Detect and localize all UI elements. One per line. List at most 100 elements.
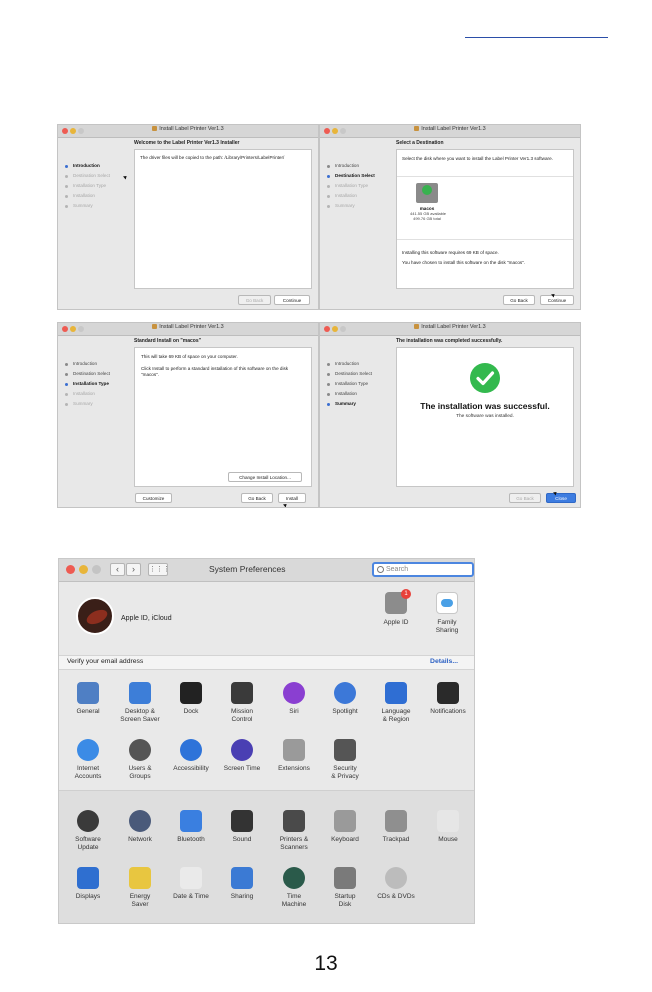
- go-back-button[interactable]: Go Back: [503, 295, 535, 305]
- apple-id-pane[interactable]: 1 Apple ID: [381, 589, 411, 626]
- pane-displays[interactable]: Displays: [62, 867, 114, 901]
- installer-window-introduction: Install Label Printer Ver1.3 Welcome to …: [57, 124, 319, 310]
- header-rule: [465, 37, 608, 38]
- pane-sharing[interactable]: Sharing: [216, 867, 268, 901]
- step-summary: Summary: [64, 201, 132, 211]
- step-dot-icon: [65, 393, 68, 396]
- close-installer-button[interactable]: Close: [546, 493, 576, 503]
- back-button[interactable]: ‹: [110, 563, 125, 576]
- system-preferences-window: ‹ › ⋮⋮⋮ System Preferences Search Apple …: [58, 558, 475, 924]
- go-back-button[interactable]: Go Back: [241, 493, 273, 503]
- minimize-button[interactable]: [79, 565, 88, 574]
- pane-cds-dvds[interactable]: CDs & DVDs: [370, 867, 422, 901]
- pane-mission-control[interactable]: Mission Control: [216, 682, 268, 723]
- step-dot-icon: [65, 403, 68, 406]
- pane-desktop-screen-saver[interactable]: Desktop & Screen Saver: [114, 682, 166, 723]
- pane-time-machine[interactable]: Time Machine: [268, 867, 320, 908]
- step-dot-icon: [327, 403, 330, 406]
- apple-id-label[interactable]: Apple ID, iCloud: [121, 615, 172, 622]
- startup-disk-icon: [334, 867, 356, 889]
- install-button[interactable]: Install: [278, 493, 306, 503]
- forward-button[interactable]: ›: [126, 563, 141, 576]
- package-icon: [414, 126, 420, 132]
- step-introduction: Introduction: [64, 359, 132, 369]
- pane-mouse[interactable]: Mouse: [422, 810, 474, 844]
- search-placeholder: Search: [386, 566, 409, 573]
- package-icon: [152, 324, 158, 330]
- close-button[interactable]: [66, 565, 75, 574]
- step-introduction: Introduction: [64, 161, 132, 171]
- pane-label: Mouse: [438, 836, 458, 843]
- keyboard-icon: [334, 810, 356, 832]
- toolbar: ‹ › ⋮⋮⋮ System Preferences Search: [59, 559, 474, 582]
- football-icon: [84, 606, 110, 628]
- sharing-icon: [231, 867, 253, 889]
- pane-language-region[interactable]: Language & Region: [370, 682, 422, 723]
- pane-keyboard[interactable]: Keyboard: [319, 810, 371, 844]
- pane-general[interactable]: General: [62, 682, 114, 716]
- pane-security-privacy[interactable]: Security & Privacy: [319, 739, 371, 780]
- mission-control-icon: [231, 682, 253, 704]
- pane-accessibility[interactable]: Accessibility: [165, 739, 217, 773]
- pane-label: Printers & Scanners: [279, 836, 309, 851]
- network-icon: [129, 810, 151, 832]
- pane-screen-time[interactable]: Screen Time: [216, 739, 268, 773]
- zoom-button[interactable]: [92, 565, 101, 574]
- pane-printers-scanners[interactable]: Printers & Scanners: [268, 810, 320, 851]
- step-list: Introduction Destination Select Installa…: [64, 359, 132, 409]
- pane-label: Startup Disk: [334, 893, 356, 908]
- pane-trackpad[interactable]: Trackpad: [370, 810, 422, 844]
- pane-dock[interactable]: Dock: [165, 682, 217, 716]
- pane-label: Bluetooth: [177, 836, 205, 843]
- search-input[interactable]: Search: [372, 562, 474, 577]
- pane-network[interactable]: Network: [114, 810, 166, 844]
- pane-internet-accounts[interactable]: Internet Accounts: [62, 739, 114, 780]
- pane-notifications[interactable]: Notifications: [422, 682, 474, 716]
- content-panel: Select the disk where you want to instal…: [396, 149, 574, 289]
- continue-button[interactable]: Continue: [274, 295, 310, 305]
- continue-button[interactable]: Continue: [540, 295, 574, 305]
- software-update-icon: [77, 810, 99, 832]
- pane-label: Siri: [289, 708, 299, 715]
- disk-list: macos 441.55 GB available 499.76 GB tota…: [397, 176, 573, 240]
- pane-label: Time Machine: [281, 893, 307, 908]
- mouse-pointer-icon: [283, 502, 288, 507]
- pane-startup-disk[interactable]: Startup Disk: [319, 867, 371, 908]
- pane-label: Network: [128, 836, 152, 843]
- customize-button[interactable]: Customize: [135, 493, 172, 503]
- disk-item-macos[interactable]: macos 441.55 GB available 499.76 GB tota…: [410, 183, 446, 237]
- pane-energy-saver[interactable]: Energy Saver: [114, 867, 166, 908]
- pane-software-update[interactable]: Software Update: [62, 810, 114, 851]
- installer-window-summary: Install Label Printer Ver1.3 The install…: [319, 322, 581, 508]
- window-title: Install Label Printer Ver1.3: [421, 324, 486, 330]
- pane-siri[interactable]: Siri: [268, 682, 320, 716]
- package-icon: [414, 324, 420, 330]
- go-back-button[interactable]: Go Back: [238, 295, 271, 305]
- pane-users-groups[interactable]: Users & Groups: [114, 739, 166, 780]
- go-back-button[interactable]: Go Back: [509, 493, 541, 503]
- avatar[interactable]: [76, 597, 114, 635]
- step-dot-icon: [327, 383, 330, 386]
- download-arrow-icon: [422, 185, 432, 195]
- details-link[interactable]: Details...: [430, 658, 458, 665]
- title-bar: Install Label Printer Ver1.3: [58, 125, 318, 138]
- extensions-icon: [283, 739, 305, 761]
- step-list: Introduction Destination Select Installa…: [64, 161, 132, 211]
- show-all-button[interactable]: ⋮⋮⋮: [148, 563, 170, 576]
- pane-spotlight[interactable]: Spotlight: [319, 682, 371, 716]
- change-install-location-button[interactable]: Change Install Location...: [228, 472, 302, 482]
- dock-icon: [180, 682, 202, 704]
- pane-bluetooth[interactable]: Bluetooth: [165, 810, 217, 844]
- pane-date-time[interactable]: Date & Time: [165, 867, 217, 901]
- step-dot-icon: [65, 185, 68, 188]
- pane-sound[interactable]: Sound: [216, 810, 268, 844]
- step-summary: Summary: [64, 399, 132, 409]
- family-sharing-pane[interactable]: Family Sharing: [432, 592, 462, 634]
- pane-label: Keyboard: [331, 836, 359, 843]
- step-installation-type: Installation Type: [326, 181, 394, 191]
- language-region-icon: [385, 682, 407, 704]
- step-dot-icon: [327, 363, 330, 366]
- family-sharing-label: Family Sharing: [435, 619, 459, 634]
- pane-extensions[interactable]: Extensions: [268, 739, 320, 773]
- success-subtext: The software was installed.: [456, 414, 514, 419]
